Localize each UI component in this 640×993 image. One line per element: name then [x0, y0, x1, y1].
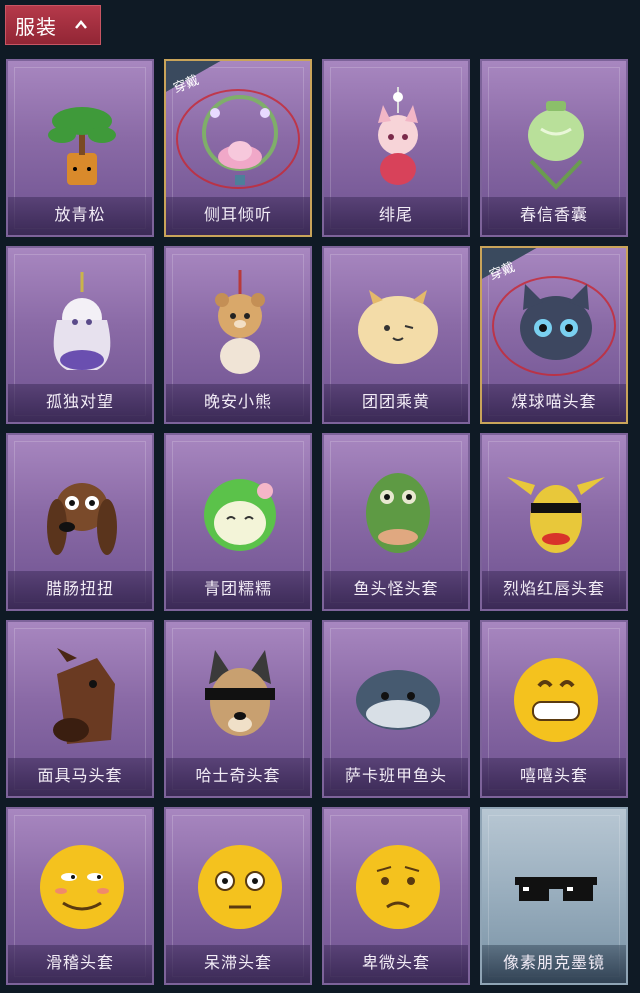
costume-name: 哈士奇头套	[166, 758, 310, 796]
costume-card[interactable]: 绯尾	[322, 59, 470, 237]
chevron-up-icon	[75, 20, 87, 29]
costume-card[interactable]: 穿戴 煤球喵头套	[480, 246, 628, 424]
costume-card[interactable]: 萨卡班甲鱼头	[322, 620, 470, 798]
teddy-bear-charm-icon	[215, 270, 265, 374]
costume-name: 绯尾	[324, 197, 468, 235]
fish-head-mask-icon	[366, 473, 430, 553]
costume-name: 腊肠扭扭	[8, 571, 152, 609]
costume-card[interactable]: 面具马头套	[6, 620, 154, 798]
husky-head-icon	[205, 650, 275, 736]
costume-card[interactable]: 烈焰红唇头套	[480, 433, 628, 611]
sachet-pouch-icon	[528, 101, 584, 190]
costume-name: 孤独对望	[8, 384, 152, 422]
bonsai-pine-icon	[48, 107, 116, 185]
costume-name: 侧耳倾听	[166, 197, 310, 235]
costume-card[interactable]: 晚安小熊	[164, 246, 312, 424]
costume-name: 煤球喵头套	[482, 384, 626, 422]
costume-grid: 放青松 穿戴 侧耳倾听 绯尾 春信香囊孤独对望 晚安小熊 团团乘黄 穿戴 煤球喵头套腊肠扭扭 青团…	[6, 59, 628, 985]
costume-card[interactable]: 腊肠扭扭	[6, 433, 154, 611]
costume-name: 像素朋克墨镜	[482, 945, 626, 983]
costume-category-header[interactable]: 服装	[5, 5, 101, 45]
grin-emoji-head-icon	[514, 658, 598, 742]
costume-card[interactable]: 卑微头套	[322, 807, 470, 985]
costume-name: 鱼头怪头套	[324, 571, 468, 609]
costume-card[interactable]: 放青松	[6, 59, 154, 237]
costume-card[interactable]: 青团糯糯	[164, 433, 312, 611]
costume-name: 烈焰红唇头套	[482, 571, 626, 609]
costume-card[interactable]: 嘻嘻头套	[480, 620, 628, 798]
costume-card[interactable]: 孤独对望	[6, 246, 154, 424]
costume-name: 萨卡班甲鱼头	[324, 758, 468, 796]
round-creature-icon	[358, 290, 438, 364]
costume-card[interactable]: 哈士奇头套	[164, 620, 312, 798]
costume-card[interactable]: 团团乘黄	[322, 246, 470, 424]
dachshund-head-icon	[47, 483, 117, 555]
green-dumpling-head-icon	[204, 479, 276, 551]
pleading-emoji-head-icon	[356, 845, 440, 929]
costume-name: 放青松	[8, 197, 152, 235]
smirk-emoji-head-icon	[40, 845, 124, 929]
black-cat-head-icon	[520, 284, 592, 360]
yellow-mouse-mask-icon	[507, 477, 605, 553]
costume-name: 滑稽头套	[8, 945, 152, 983]
costume-name: 春信香囊	[482, 197, 626, 235]
costume-name: 晚安小熊	[166, 384, 310, 422]
costume-name: 嘻嘻头套	[482, 758, 626, 796]
white-hair-doll-charm-icon	[53, 272, 111, 370]
costume-name: 团团乘黄	[324, 384, 468, 422]
costume-name: 卑微头套	[324, 945, 468, 983]
costume-card[interactable]: 呆滞头套	[164, 807, 312, 985]
horse-head-mask-icon	[53, 648, 115, 744]
pixel-sunglasses-icon	[515, 877, 597, 901]
costume-name: 呆滞头套	[166, 945, 310, 983]
costume-card[interactable]: 鱼头怪头套	[322, 433, 470, 611]
dazed-emoji-head-icon	[198, 845, 282, 929]
costume-card[interactable]: 春信香囊	[480, 59, 628, 237]
costume-name: 青团糯糯	[166, 571, 310, 609]
costume-card[interactable]: 穿戴 侧耳倾听	[164, 59, 312, 237]
fox-girl-charm-icon	[378, 87, 418, 185]
costume-name: 面具马头套	[8, 758, 152, 796]
fish-head-round-icon	[356, 670, 440, 730]
costume-card[interactable]: 滑稽头套	[6, 807, 154, 985]
category-title: 服装	[15, 14, 57, 39]
costume-card[interactable]: 像素朋克墨镜	[480, 807, 628, 985]
lotus-wreath-icon	[202, 95, 278, 185]
